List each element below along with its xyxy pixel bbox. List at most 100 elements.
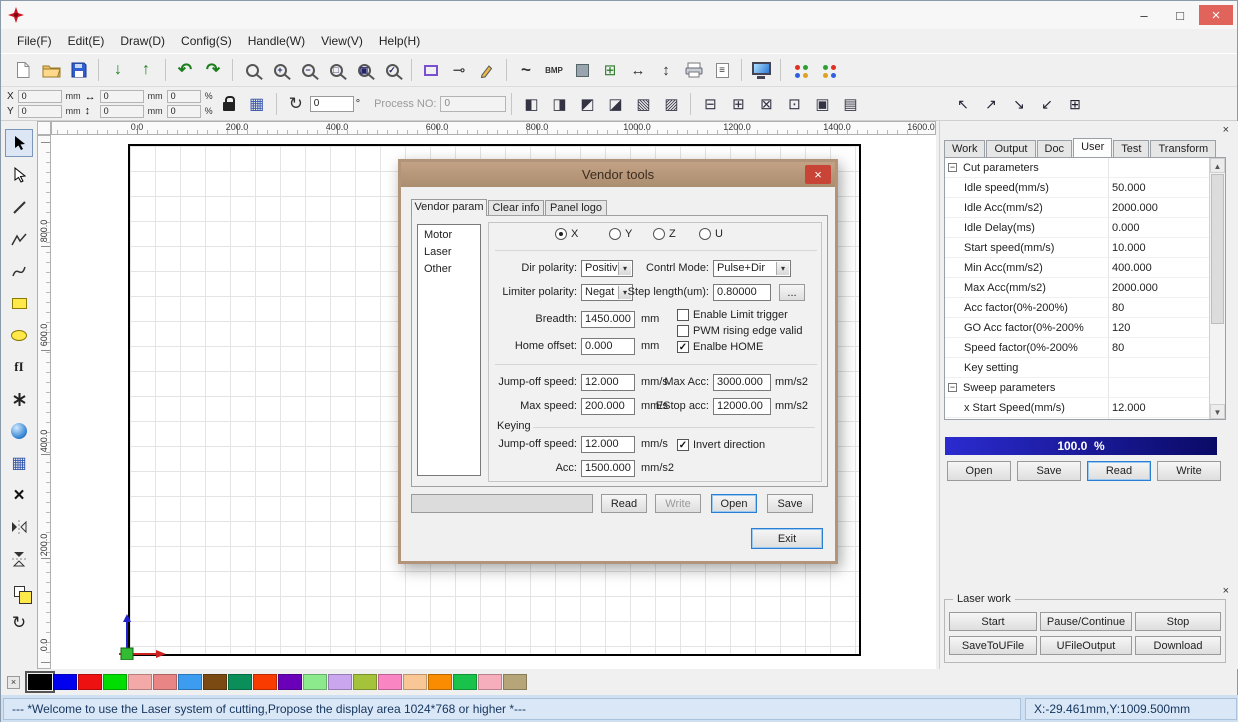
palette-color[interactable] — [203, 674, 227, 690]
mirror-left-icon[interactable]: ◧ — [518, 91, 544, 117]
track-icon[interactable]: ⊸ — [446, 57, 472, 83]
menu-file[interactable]: File(F) — [9, 31, 60, 51]
weld-add-icon[interactable]: ⊞ — [725, 91, 751, 117]
stop-button[interactable]: Stop — [1135, 612, 1221, 631]
offset-tool[interactable] — [5, 577, 33, 605]
menu-view[interactable]: View(V) — [313, 31, 371, 51]
panel-save-button[interactable]: Save — [1017, 461, 1081, 481]
laser-panel-close-icon[interactable]: × — [1223, 585, 1229, 597]
tab-output[interactable]: Output — [986, 140, 1035, 157]
anchor-top-left-icon[interactable]: ↖ — [950, 91, 976, 117]
grid-snap-icon[interactable]: ▦ — [244, 91, 270, 117]
anchor-bottom-right-icon[interactable]: ↘ — [1006, 91, 1032, 117]
palette-color[interactable] — [53, 674, 77, 690]
pos-y-input[interactable]: 0 — [18, 105, 62, 118]
palette-color[interactable] — [28, 674, 52, 690]
palette-color[interactable] — [378, 674, 402, 690]
start-button[interactable]: Start — [949, 612, 1037, 631]
panel-open-button[interactable]: Open — [947, 461, 1011, 481]
select-box-icon[interactable] — [418, 57, 444, 83]
preview-icon[interactable]: ≡ — [709, 57, 735, 83]
h-distance-icon[interactable]: ↔ — [625, 57, 651, 83]
palette-color[interactable] — [128, 674, 152, 690]
table-row[interactable]: Acc factor(0%-200%)80 — [945, 298, 1211, 318]
menu-handle[interactable]: Handle(W) — [240, 31, 313, 51]
polyline-tool[interactable] — [5, 225, 33, 253]
import-icon[interactable]: ↓ — [105, 57, 131, 83]
star-tool[interactable] — [5, 385, 33, 413]
breadth-input[interactable]: 1450.000 — [581, 311, 635, 328]
keying-acc-input[interactable]: 1500.000 — [581, 460, 635, 477]
mirror-right-icon[interactable]: ◨ — [546, 91, 572, 117]
height-input[interactable]: 0 — [100, 105, 144, 118]
align-box-icon[interactable]: ▣ — [809, 91, 835, 117]
palette-color[interactable] — [303, 674, 327, 690]
rotation-input[interactable]: 0 — [310, 96, 354, 112]
tab-user[interactable]: User — [1073, 138, 1112, 157]
palette-color[interactable] — [178, 674, 202, 690]
dither-grid-tool[interactable]: ▦ — [5, 449, 33, 477]
exit-button[interactable]: Exit — [751, 528, 823, 549]
anchor-center-icon[interactable]: ⊞ — [1062, 91, 1088, 117]
row-value[interactable]: 0.000 — [1112, 222, 1140, 234]
tab-transform[interactable]: Transform — [1150, 140, 1216, 157]
axis-y-radio[interactable]: Y — [609, 228, 632, 240]
step-length-input[interactable]: 0.80000 — [713, 284, 771, 301]
node-tree-icon[interactable]: ⊞ — [597, 57, 623, 83]
anchor-top-right-icon[interactable]: ↗ — [978, 91, 1004, 117]
minimize-button[interactable]: – — [1127, 5, 1161, 25]
palette-color[interactable] — [103, 674, 127, 690]
home-offset-input[interactable]: 0.000 — [581, 338, 635, 355]
weld-subtract-icon[interactable]: ⊟ — [697, 91, 723, 117]
delete-tool[interactable]: × — [5, 481, 33, 509]
scrollbar-thumb[interactable] — [1211, 174, 1224, 324]
list-item-motor[interactable]: Motor — [418, 227, 480, 244]
keying-jump-input[interactable]: 12.000 — [581, 436, 635, 453]
save-to-ufile-button[interactable]: SaveToUFile — [949, 636, 1037, 655]
table-row[interactable]: GO Acc factor(0%-200%120 — [945, 318, 1211, 338]
bezier-tool[interactable] — [5, 257, 33, 285]
palette-close-icon[interactable]: × — [7, 676, 20, 689]
table-row[interactable]: x Start Speed(mm/s)12.000 — [945, 398, 1211, 418]
row-value[interactable]: 2000.000 — [1112, 282, 1158, 294]
maximize-button[interactable]: □ — [1163, 5, 1197, 25]
print-icon[interactable] — [681, 57, 707, 83]
scroll-up-icon[interactable]: ▲ — [1210, 158, 1225, 173]
write-button[interactable]: Write — [655, 494, 701, 513]
table-row[interactable]: y Start Speed(mm/s15.000 — [945, 418, 1211, 420]
mirror-bottom-icon[interactable]: ◪ — [602, 91, 628, 117]
palette-color[interactable] — [228, 674, 252, 690]
new-document-icon[interactable] — [10, 57, 36, 83]
palette-color[interactable] — [503, 674, 527, 690]
invert-direction-checkbox[interactable]: ✓Invert direction — [677, 438, 765, 452]
menu-edit[interactable]: Edit(E) — [60, 31, 113, 51]
monitor-icon[interactable] — [748, 57, 774, 83]
tab-work[interactable]: Work — [944, 140, 985, 157]
panel-write-button[interactable]: Write — [1157, 461, 1221, 481]
tab-vendor-param[interactable]: Vendor param — [411, 199, 487, 216]
vendor-file-input[interactable] — [411, 494, 593, 513]
axis-x-radio[interactable]: X — [555, 228, 578, 240]
pos-x-input[interactable]: 0 — [18, 90, 62, 103]
read-button[interactable]: Read — [601, 494, 647, 513]
weld-cross-icon[interactable]: ⊠ — [753, 91, 779, 117]
table-row[interactable]: −Sweep parameters — [945, 378, 1211, 398]
table-row[interactable]: Speed factor(0%-200%80 — [945, 338, 1211, 358]
row-value[interactable]: 12.000 — [1112, 402, 1146, 414]
table-row[interactable]: Idle Acc(mm/s2)2000.000 — [945, 198, 1211, 218]
zoom-select-icon[interactable]: ✓ — [379, 57, 405, 83]
collapse-icon[interactable]: − — [948, 383, 957, 392]
redo-icon[interactable]: ↷ — [200, 57, 226, 83]
table-row[interactable]: Start speed(mm/s)10.000 — [945, 238, 1211, 258]
palette-color[interactable] — [478, 674, 502, 690]
mirror-horizontal-tool[interactable] — [5, 545, 33, 573]
color-dots-icon-1[interactable] — [787, 57, 813, 83]
contrl-mode-select[interactable]: Pulse+Dir▾ — [713, 260, 791, 277]
pwm-rising-checkbox[interactable]: PWM rising edge valid — [677, 324, 802, 338]
align-rows-icon[interactable]: ▤ — [837, 91, 863, 117]
enable-limit-checkbox[interactable]: Enable Limit trigger — [677, 308, 788, 322]
text-tool[interactable]: fI — [5, 353, 33, 381]
zoom-all-icon[interactable]: ▣ — [351, 57, 377, 83]
table-row[interactable]: −Cut parameters — [945, 158, 1211, 178]
open-folder-icon[interactable] — [38, 57, 64, 83]
